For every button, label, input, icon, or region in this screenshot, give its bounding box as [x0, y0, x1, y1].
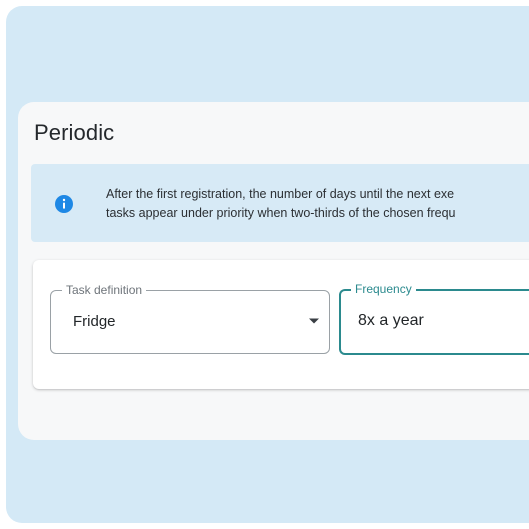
dropdown-arrow-icon[interactable] [309, 316, 319, 326]
info-message: After the first registration, the number… [106, 185, 529, 223]
task-definition-value: Fridge [73, 313, 116, 330]
info-banner: After the first registration, the number… [31, 164, 529, 242]
info-icon [55, 195, 73, 213]
screenshot-frame: Periodic After the first registration, t… [6, 6, 529, 523]
task-definition-label: Task definition [62, 282, 147, 298]
info-message-line-2: tasks appear under priority when two-thi… [106, 206, 456, 220]
task-definition-select[interactable]: Task definition Fridge [50, 282, 330, 354]
frequency-label: Frequency [351, 281, 416, 297]
info-message-line-1: After the first registration, the number… [106, 187, 455, 201]
section-title: Periodic [34, 120, 115, 145]
frequency-value: 8x a year [358, 312, 424, 329]
frequency-input[interactable]: Frequency 8x a year [339, 281, 529, 355]
periodic-section: Periodic After the first registration, t… [18, 102, 529, 440]
form-card: Task definition Fridge Frequency 8x a ye… [33, 260, 529, 389]
